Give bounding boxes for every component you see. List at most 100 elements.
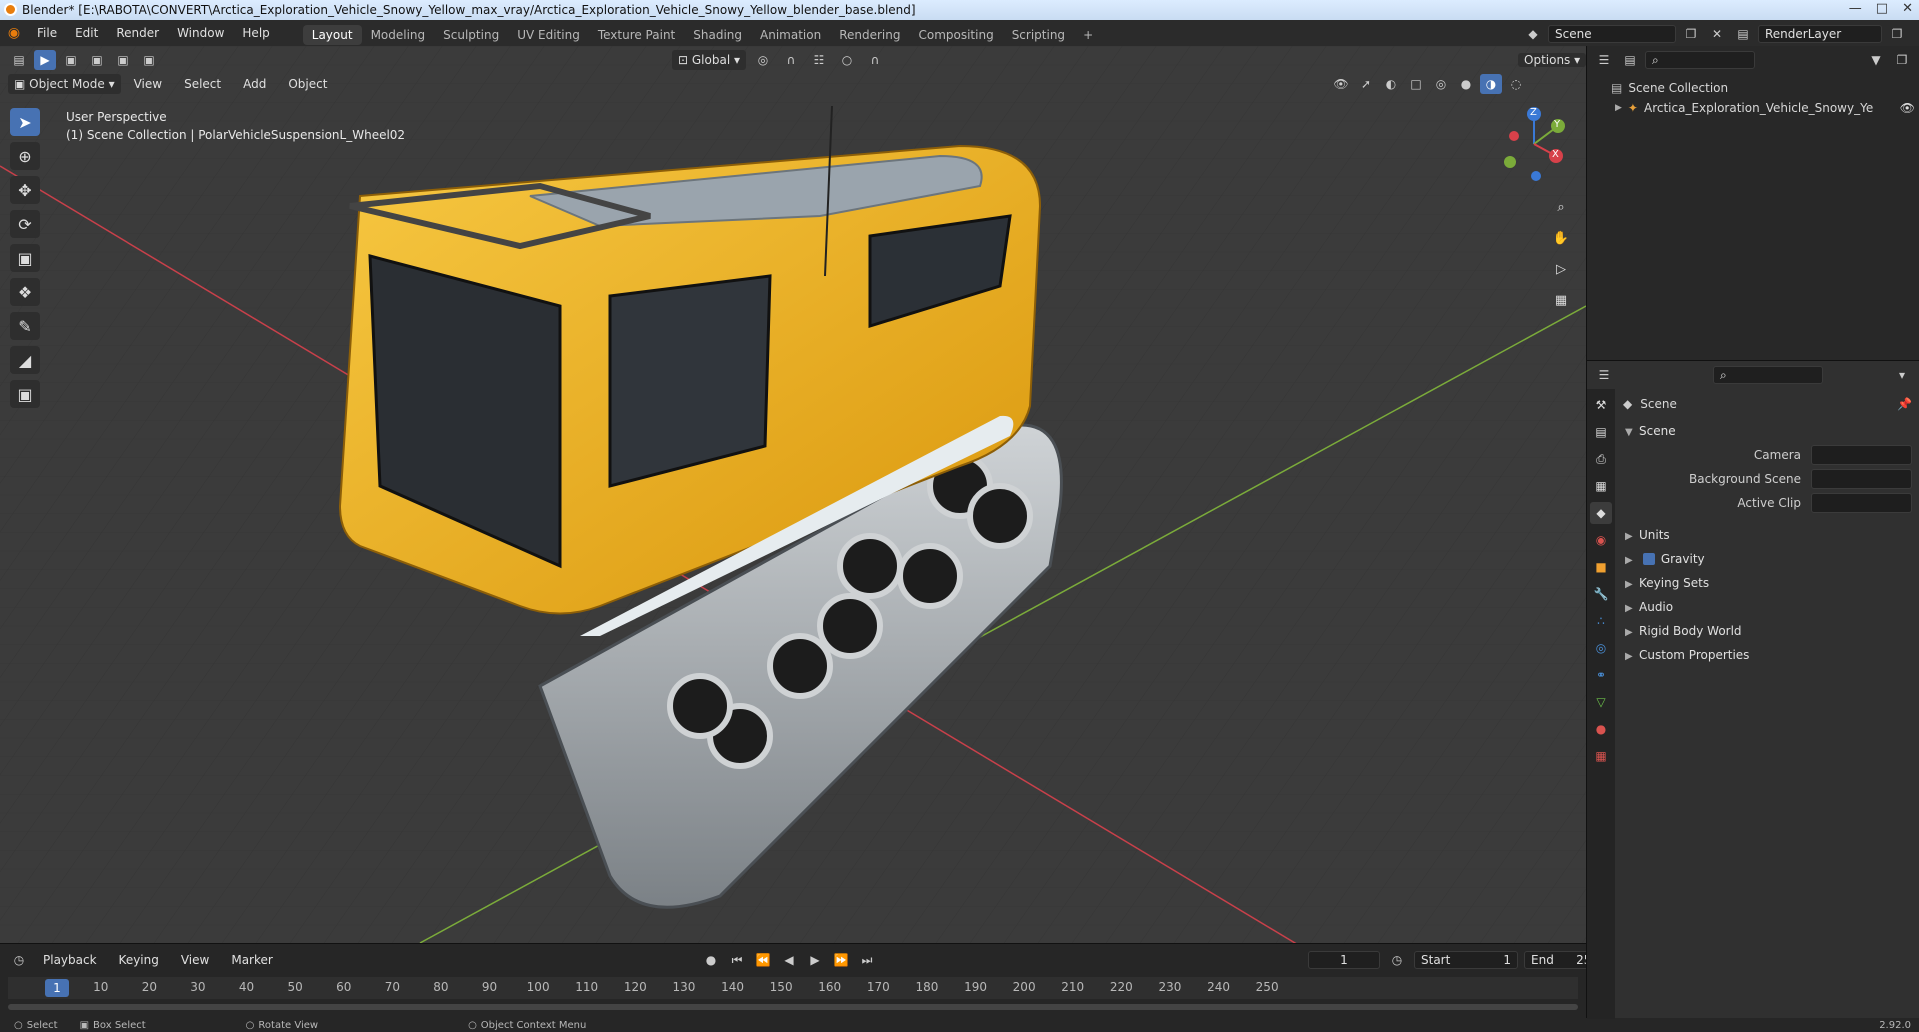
material-tab-icon[interactable]: ● [1590, 718, 1612, 740]
panel-gravity[interactable]: ▶ Gravity [1615, 547, 1919, 571]
record-icon[interactable]: ● [700, 950, 722, 970]
timeline-menu-view[interactable]: View [172, 950, 218, 970]
play-icon[interactable]: ▶ [804, 950, 826, 970]
new-layer-icon[interactable]: ❐ [1886, 24, 1908, 44]
constraints-tab-icon[interactable]: ⚭ [1590, 664, 1612, 686]
tab-modeling[interactable]: Modeling [362, 25, 435, 45]
shading-solid-icon[interactable]: ● [1455, 74, 1477, 94]
active-clip-field[interactable] [1811, 493, 1912, 513]
renderlayer-icon[interactable]: ▤ [1732, 24, 1754, 44]
select-tool-icon[interactable]: ➤ [10, 108, 40, 136]
viewport-menu-view[interactable]: View [125, 74, 171, 94]
outliner-search-input[interactable]: ⌕ [1645, 51, 1755, 69]
tab-sculpting[interactable]: Sculpting [434, 25, 508, 45]
tab-rendering[interactable]: Rendering [830, 25, 909, 45]
pin-icon[interactable]: 📌 [1897, 397, 1912, 411]
shading-material-icon[interactable]: ◑ [1480, 74, 1502, 94]
frame-ruler[interactable]: 1 10 20 30 40 50 60 70 80 90 100 110 120 130 140 150 16… [8, 977, 1578, 999]
timeline-menu-keying[interactable]: Keying [110, 950, 168, 970]
transform-orientation-dropdown[interactable]: ⊡ Global ▾ [672, 50, 746, 70]
select-mode-icon[interactable]: ▶ [34, 50, 56, 70]
timeline-menu-marker[interactable]: Marker [222, 950, 281, 970]
preview-range-icon[interactable]: ◷ [1386, 950, 1408, 970]
editor-type-icon[interactable]: ▤ [8, 50, 30, 70]
blender-menu-icon[interactable]: ◉ [0, 25, 28, 41]
next-keyframe-icon[interactable]: ⏩ [830, 950, 852, 970]
delete-layer-icon[interactable]: ✕ [1912, 24, 1919, 44]
play-reverse-icon[interactable]: ◀ [778, 950, 800, 970]
properties-editor-type-icon[interactable]: ☰ [1593, 365, 1615, 385]
cursor-tool-icon[interactable]: ⊕ [10, 142, 40, 170]
rotate-tool-icon[interactable]: ⟳ [10, 210, 40, 238]
current-frame-marker[interactable]: 1 [45, 979, 69, 997]
ortho-grid-icon[interactable]: ▦ [1548, 287, 1574, 313]
data-tab-icon[interactable]: ▽ [1590, 691, 1612, 713]
panel-custom-properties[interactable]: ▶ Custom Properties [1615, 643, 1919, 667]
panel-units[interactable]: ▶ Units [1615, 523, 1919, 547]
gravity-checkbox[interactable] [1642, 553, 1655, 565]
options-dropdown[interactable]: Options ▾ [1518, 53, 1586, 67]
physics-tab-icon[interactable]: ◎ [1590, 637, 1612, 659]
tab-shading[interactable]: Shading [684, 25, 751, 45]
object-mode-dropdown[interactable]: ▣ Object Mode ▾ [8, 74, 121, 94]
object-tab-icon[interactable]: ■ [1590, 556, 1612, 578]
visibility-icon[interactable]: 👁 [1330, 74, 1352, 94]
tab-animation[interactable]: Animation [751, 25, 830, 45]
panel-audio[interactable]: ▶ Audio [1615, 595, 1919, 619]
axis-gizmo[interactable]: Z Y X [1496, 106, 1572, 182]
outliner-row-scene-collection[interactable]: ▤ Scene Collection [1611, 78, 1728, 98]
expand-arrow-icon[interactable]: ▶ [1615, 103, 1622, 113]
select-box-subtract-icon[interactable]: ▣ [112, 50, 134, 70]
scene-tab-icon[interactable]: ◆ [1590, 502, 1612, 524]
menu-edit[interactable]: Edit [66, 20, 107, 46]
tab-uv-editing[interactable]: UV Editing [508, 25, 589, 45]
panel-scene[interactable]: ▼ Scene [1615, 419, 1919, 443]
scene-selector[interactable]: Scene [1548, 25, 1676, 43]
menu-window[interactable]: Window [168, 20, 233, 46]
camera-field[interactable] [1811, 445, 1912, 465]
outliner-editor-type-icon[interactable]: ☰ [1593, 50, 1615, 70]
viewport-menu-object[interactable]: Object [279, 74, 336, 94]
current-frame-field[interactable]: 1 [1308, 951, 1380, 969]
transform-tool-icon[interactable]: ❖ [10, 278, 40, 306]
tool-tab-icon[interactable]: ⚒ [1590, 394, 1612, 416]
jump-start-icon[interactable]: ⏮ [726, 950, 748, 970]
camera-view-icon[interactable]: ▷ [1548, 256, 1574, 282]
gizmo-toggle-icon[interactable]: ➚ [1355, 74, 1377, 94]
renderlayer-selector[interactable]: RenderLayer [1758, 25, 1882, 43]
panel-rigid-body-world[interactable]: ▶ Rigid Body World [1615, 619, 1919, 643]
filter-icon[interactable]: ▼ [1865, 50, 1887, 70]
falloff-icon[interactable]: ∩ [864, 50, 886, 70]
background-scene-field[interactable] [1811, 469, 1912, 489]
properties-options-icon[interactable]: ▾ [1891, 365, 1913, 385]
snap-target-icon[interactable]: ☷ [808, 50, 830, 70]
delete-scene-icon[interactable]: ✕ [1706, 24, 1728, 44]
world-tab-icon[interactable]: ◉ [1590, 529, 1612, 551]
view-layer-tab-icon[interactable]: ▦ [1590, 475, 1612, 497]
maximize-icon[interactable]: □ [1876, 1, 1888, 16]
xray-toggle-icon[interactable]: □ [1405, 74, 1427, 94]
particles-tab-icon[interactable]: ∴ [1590, 610, 1612, 632]
scene-icon[interactable]: ◆ [1522, 24, 1544, 44]
display-mode-icon[interactable]: ▤ [1619, 50, 1641, 70]
viewport-menu-select[interactable]: Select [175, 74, 230, 94]
output-tab-icon[interactable]: ⎙ [1590, 448, 1612, 470]
pivot-point-icon[interactable]: ◎ [752, 50, 774, 70]
select-box-extend-icon[interactable]: ▣ [86, 50, 108, 70]
panel-keying-sets[interactable]: ▶ Keying Sets [1615, 571, 1919, 595]
visibility-eye-icon[interactable]: 👁 [1900, 101, 1915, 115]
timeline-menu-playback[interactable]: Playback [34, 950, 106, 970]
proportional-edit-icon[interactable]: ○ [836, 50, 858, 70]
tab-compositing[interactable]: Compositing [909, 25, 1002, 45]
snap-icon[interactable]: ∩ [780, 50, 802, 70]
zoom-icon[interactable]: ⌕ [1548, 194, 1574, 220]
select-box-invert-icon[interactable]: ▣ [138, 50, 160, 70]
add-cube-tool-icon[interactable]: ▣ [10, 380, 40, 408]
tab-texture-paint[interactable]: Texture Paint [589, 25, 684, 45]
shading-rendered-icon[interactable]: ◌ [1505, 74, 1527, 94]
timeline-scrollbar[interactable] [8, 1004, 1578, 1010]
overlay-toggle-icon[interactable]: ◐ [1380, 74, 1402, 94]
3d-viewport[interactable]: ▤ ▶ ▣ ▣ ▣ ▣ ⊡ Global ▾ ◎ ∩ ☷ ○ ∩ Options… [0, 46, 1586, 943]
close-icon[interactable]: ✕ [1902, 1, 1913, 16]
move-tool-icon[interactable]: ✥ [10, 176, 40, 204]
